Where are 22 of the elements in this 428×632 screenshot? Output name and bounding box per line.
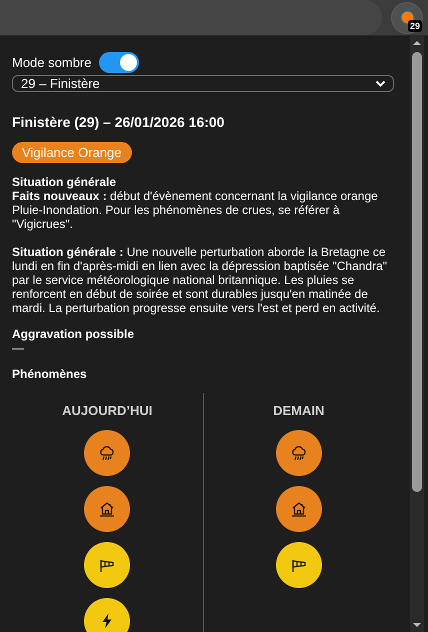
section-text: Situation générale : Une nouvelle perturbation aborde la Bretagne ce lundi en fin d'après-midi en lien avec la dépression baptisée "Chandra" par le service météorologique national britannique. Les pluies se renforcent en début de soirée et sont durables jusqu'en matinée de mardi. La perturbation progresse ensuite vers l'est et perd en activité.	[12, 245, 388, 315]
dark-mode-label: Mode sombre	[12, 55, 92, 70]
chevron-down-icon	[375, 80, 386, 88]
scroll-thumb[interactable]	[412, 52, 422, 492]
dark-mode-toggle[interactable]	[99, 52, 140, 73]
section-text: Faits nouveaux : début d'évènement concernant la vigilance orange Pluie-Inondation. Pour les phénomènes de crues, se référer à "Vigicrues".	[12, 189, 379, 231]
vigilance-badge: Vigilance Orange	[12, 142, 132, 163]
report-title: Finistère (29) – 26/01/2026 16:00	[12, 114, 226, 130]
house-flood-icon	[98, 500, 116, 518]
phenomena-heading: Phénomènes	[12, 367, 88, 381]
day-heading: DEMAIN	[273, 403, 324, 418]
rain-cloud-icon	[290, 444, 308, 462]
extension-badge: 29	[408, 20, 422, 32]
rain-cloud-icon	[98, 444, 116, 462]
house-flood-icon	[290, 500, 308, 518]
extension-button[interactable]: 29	[391, 2, 423, 34]
section-heading: Aggravation possible	[12, 327, 136, 341]
section-heading: Situation générale	[12, 175, 118, 189]
day-heading: AUJOURD’HUI	[62, 403, 152, 418]
scrollbar[interactable]	[410, 36, 424, 632]
department-select[interactable]: 29 – Finistère	[12, 75, 394, 92]
section-text: —	[12, 341, 25, 355]
